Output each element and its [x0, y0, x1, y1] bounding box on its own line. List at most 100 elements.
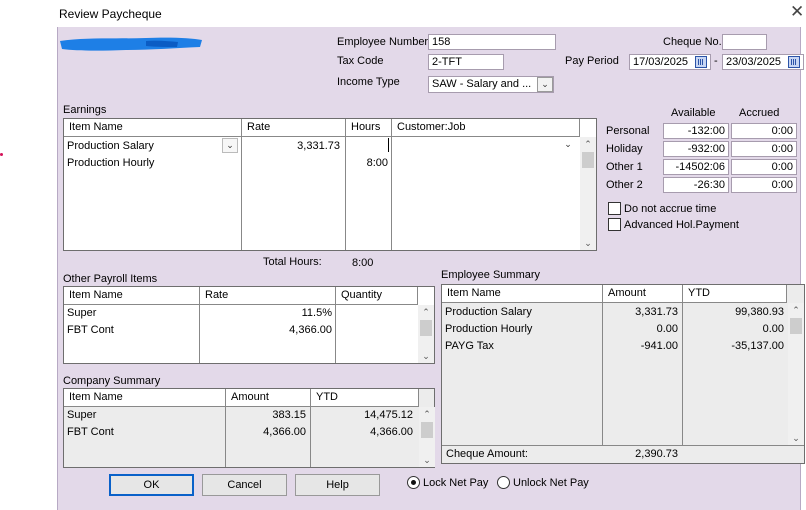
chevron-down-icon[interactable]: ⌄: [222, 138, 238, 153]
other-payroll-row-1-item[interactable]: Super: [67, 305, 96, 321]
chevron-down-icon[interactable]: ⌄: [788, 431, 804, 445]
leave-holiday-accrued[interactable]: 0:00: [731, 141, 797, 157]
employee-number-label: Employee Number: [337, 36, 429, 48]
income-type-select[interactable]: SAW - Salary and ...: [428, 76, 554, 93]
col-ytd: YTD: [311, 389, 419, 407]
scroll-thumb[interactable]: [421, 422, 433, 438]
advanced-hol-checkbox[interactable]: [608, 218, 621, 231]
leave-personal-accrued[interactable]: 0:00: [731, 123, 797, 139]
ok-button[interactable]: OK: [109, 474, 194, 496]
chevron-down-icon[interactable]: ⌄: [418, 349, 434, 363]
period-to-value: 23/03/2025: [726, 56, 782, 68]
earnings-label: Earnings: [63, 104, 107, 116]
income-type-label: Income Type: [337, 76, 400, 88]
leave-other1-accrued[interactable]: 0:00: [731, 159, 797, 175]
leave-holiday-label: Holiday: [606, 143, 643, 155]
tax-code-label: Tax Code: [337, 55, 384, 67]
chevron-up-icon[interactable]: ⌃: [419, 407, 435, 421]
period-from-value: 17/03/2025: [633, 56, 689, 68]
company-row-2-item: FBT Cont: [67, 426, 114, 438]
leave-personal-label: Personal: [606, 125, 650, 137]
col-item-name: Item Name: [442, 285, 603, 303]
employee-row-3-amount: -941.00: [640, 340, 678, 352]
pay-period-label: Pay Period: [565, 55, 619, 67]
leave-personal-available[interactable]: -132:00: [663, 123, 729, 139]
scroll-thumb[interactable]: [582, 152, 594, 168]
chevron-up-icon[interactable]: ⌃: [418, 305, 434, 319]
col-hours: Hours: [346, 119, 392, 137]
leave-other1-label: Other 1: [606, 161, 643, 173]
other-payroll-label: Other Payroll Items: [63, 273, 158, 285]
leave-other2-label: Other 2: [606, 179, 643, 191]
chevron-up-icon[interactable]: ⌃: [580, 137, 596, 151]
do-not-accrue-label: Do not accrue time: [624, 203, 717, 215]
earnings-row-2-hours[interactable]: 8:00: [346, 155, 388, 171]
lock-net-pay-label: Lock Net Pay: [423, 477, 489, 489]
leave-other2-accrued[interactable]: 0:00: [731, 177, 797, 193]
leave-holiday-available[interactable]: -932:00: [663, 141, 729, 157]
employee-summary-scrollbar[interactable]: ⌃ ⌄: [788, 303, 804, 445]
chevron-up-icon[interactable]: ⌃: [788, 303, 804, 317]
employee-row-2-amount: 0.00: [656, 323, 678, 335]
unlock-net-pay-radio[interactable]: [497, 476, 510, 489]
employee-row-1-ytd: 99,380.93: [735, 306, 784, 318]
cheque-no-label: Cheque No.: [663, 36, 722, 48]
stray-dot: [0, 153, 3, 156]
do-not-accrue-checkbox[interactable]: [608, 202, 621, 215]
calendar-icon[interactable]: [788, 56, 800, 68]
company-summary-scrollbar[interactable]: ⌃ ⌄: [419, 407, 435, 467]
col-amount: Amount: [603, 285, 683, 303]
employee-number-field[interactable]: 158: [428, 34, 556, 50]
total-hours-label: Total Hours:: [263, 256, 322, 268]
other-payroll-scrollbar[interactable]: ⌃ ⌄: [418, 305, 434, 363]
chevron-down-icon[interactable]: ⌄: [537, 77, 553, 92]
chevron-down-icon[interactable]: ⌄: [419, 453, 435, 467]
earnings-row-1-rate[interactable]: 3,331.73: [246, 138, 340, 154]
col-item-name: Item Name: [64, 389, 226, 407]
title-bar: [57, 0, 806, 27]
col-rate: Rate: [200, 287, 336, 305]
tax-code-field[interactable]: 2-TFT: [428, 54, 504, 70]
total-hours-value: 8:00: [352, 257, 374, 269]
employee-summary-table: Item Name Amount YTD Production Salary 3…: [441, 284, 805, 464]
col-amount: Amount: [226, 389, 311, 407]
company-row-1-ytd: 14,475.12: [364, 409, 413, 421]
chevron-down-icon[interactable]: ⌄: [560, 138, 576, 153]
leave-other1-available[interactable]: -14502:06: [663, 159, 729, 175]
earnings-row-2-item[interactable]: Production Hourly: [67, 155, 154, 171]
earnings-scrollbar[interactable]: ⌃ ⌄: [580, 137, 596, 250]
scroll-thumb[interactable]: [790, 318, 802, 334]
other-payroll-row-2-rate[interactable]: 4,366.00: [204, 322, 332, 338]
earnings-table: Item Name Rate Hours Customer:Job Produc…: [63, 118, 597, 251]
col-item-name: Item Name: [64, 119, 242, 137]
company-row-1-amount: 383.15: [272, 409, 306, 421]
redacted-employee-name: [60, 37, 202, 51]
cancel-button[interactable]: Cancel: [202, 474, 287, 496]
col-customer-job: Customer:Job: [392, 119, 580, 137]
text-cursor: [388, 138, 389, 152]
company-row-2-amount: 4,366.00: [263, 426, 306, 438]
period-separator: -: [714, 55, 718, 67]
cheque-amount-value: 2,390.73: [635, 448, 678, 460]
window-title: Review Paycheque: [59, 7, 162, 21]
chevron-down-icon[interactable]: ⌄: [580, 236, 596, 250]
scroll-thumb[interactable]: [420, 320, 432, 336]
other-payroll-row-2-item[interactable]: FBT Cont: [67, 322, 114, 338]
close-icon[interactable]: ✕: [790, 2, 804, 22]
cheque-no-field[interactable]: [722, 34, 767, 50]
leave-other2-available[interactable]: -26:30: [663, 177, 729, 193]
col-quantity: Quantity: [336, 287, 418, 305]
earnings-row-1-item[interactable]: Production Salary: [67, 138, 154, 154]
other-payroll-table: Item Name Rate Quantity Super 11.5% FBT …: [63, 286, 435, 364]
help-button[interactable]: Help: [295, 474, 380, 496]
company-summary-label: Company Summary: [63, 375, 161, 387]
employee-row-1-item: Production Salary: [445, 306, 532, 318]
calendar-icon[interactable]: [695, 56, 707, 68]
advanced-hol-label: Advanced Hol.Payment: [624, 219, 739, 231]
company-row-1-item: Super: [67, 409, 97, 421]
accrued-header: Accrued: [739, 107, 780, 119]
employee-row-3-ytd: -35,137.00: [731, 340, 784, 352]
other-payroll-row-1-rate[interactable]: 11.5%: [204, 305, 332, 321]
employee-row-2-item: Production Hourly: [445, 323, 533, 335]
lock-net-pay-radio[interactable]: [407, 476, 420, 489]
